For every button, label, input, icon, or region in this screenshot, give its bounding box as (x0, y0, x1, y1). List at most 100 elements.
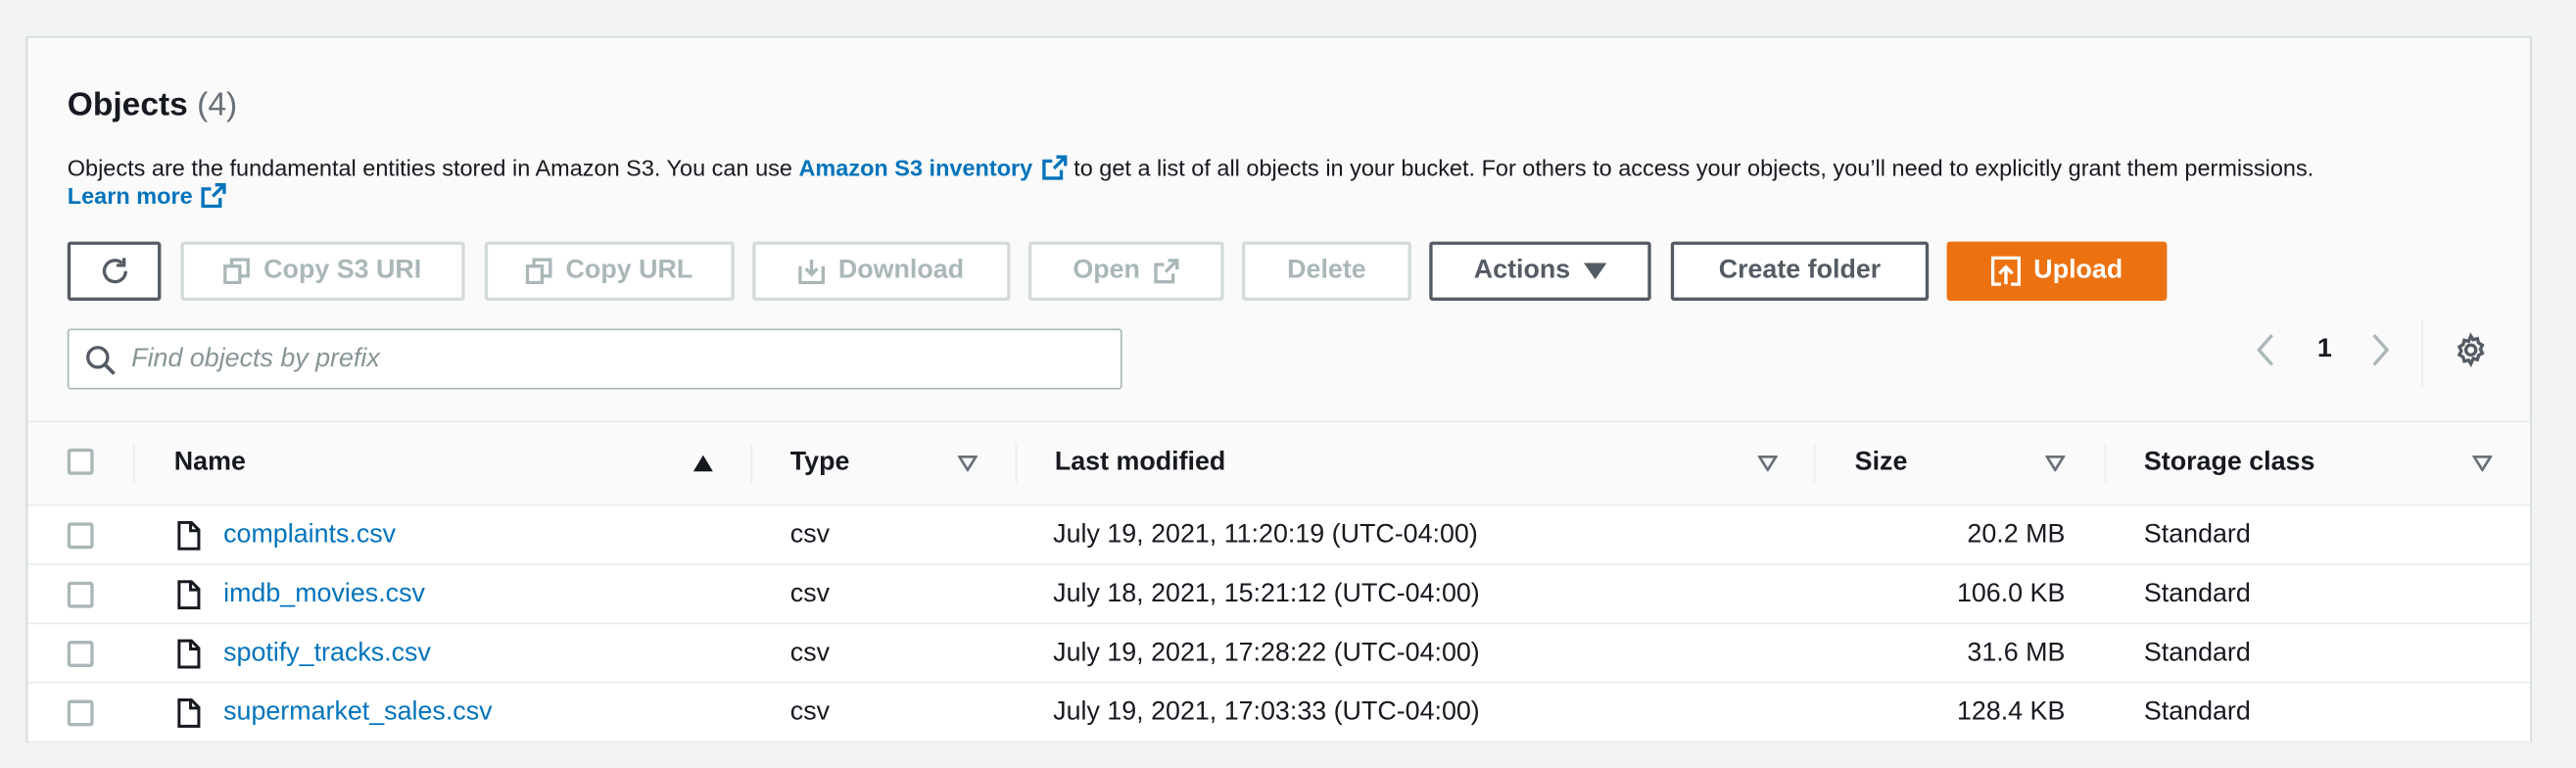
file-icon (177, 520, 201, 551)
object-link[interactable]: spotify_tracks.csv (223, 639, 431, 668)
objects-panel: Objects (4) Objects are the fundamental … (25, 35, 2532, 744)
size-cell: 106.0 KB (1956, 579, 2066, 607)
objects-description: Objects are the fundamental entities sto… (68, 148, 2499, 192)
column-name-label: Name (173, 448, 246, 477)
external-link-icon (1041, 153, 1068, 192)
sort-icon (2472, 455, 2493, 472)
upload-icon (1990, 256, 2021, 286)
storage-class-cell: Standard (2143, 638, 2251, 667)
create-folder-button[interactable]: Create folder (1670, 241, 1930, 301)
column-divider (1015, 443, 1018, 484)
current-page-number[interactable]: 1 (2314, 333, 2334, 366)
select-all-cell (28, 422, 133, 504)
size-cell: 128.4 KB (1956, 697, 2066, 726)
name-cell: spotify_tracks.csv (223, 624, 431, 682)
column-divider (750, 443, 753, 484)
column-divider (132, 443, 135, 484)
size-cell: 31.6 MB (1967, 638, 2066, 667)
row-checkbox[interactable] (67, 641, 94, 667)
file-icon (177, 580, 201, 610)
table-header: Name Type Last modified Size Storage cla… (27, 420, 2531, 506)
search-icon (86, 346, 116, 375)
copy-icon (526, 258, 553, 285)
refresh-icon (102, 258, 127, 284)
delete-label: Delete (1287, 256, 1366, 285)
file-icon (177, 639, 201, 669)
copy-s3-uri-label: Copy S3 URI (263, 256, 422, 285)
object-link[interactable]: imdb_movies.csv (223, 579, 425, 608)
column-header-type[interactable]: Type (790, 422, 1021, 504)
column-header-size[interactable]: Size (1855, 422, 2102, 504)
search-box (67, 328, 1122, 390)
page-title: Objects (4) (68, 87, 237, 125)
external-link-icon (1154, 259, 1179, 284)
table-row[interactable]: spotify_tracks.csv csv July 19, 2021, 17… (27, 624, 2531, 684)
column-size-label: Size (1854, 448, 1908, 477)
storage-class-cell: Standard (2143, 697, 2251, 726)
object-link[interactable]: complaints.csv (223, 520, 396, 550)
description-before: Objects are the fundamental entities sto… (67, 154, 792, 181)
row-checkbox[interactable] (67, 699, 94, 727)
column-type-label: Type (789, 448, 850, 477)
copy-icon (223, 258, 251, 285)
file-icon (177, 698, 201, 728)
caret-down-icon (1583, 263, 1607, 280)
open-button[interactable]: Open (1027, 241, 1224, 301)
actions-dropdown[interactable]: Actions (1429, 241, 1651, 301)
sort-icon (1757, 455, 1778, 472)
last-modified-cell: July 19, 2021, 11:20:19 (UTC-04:00) (1053, 519, 1478, 549)
name-cell: complaints.csv (223, 506, 396, 564)
objects-table: Name Type Last modified Size Storage cla… (27, 420, 2531, 744)
create-folder-label: Create folder (1718, 256, 1882, 285)
s3-inventory-link[interactable]: Amazon S3 inventory (798, 155, 1032, 181)
size-cell: 20.2 MB (1967, 519, 2066, 549)
table-row[interactable]: supermarket_sales.csv csv July 19, 2021,… (27, 683, 2531, 744)
row-checkbox[interactable] (67, 581, 94, 608)
actions-label: Actions (1473, 256, 1571, 285)
pager-divider (2421, 320, 2424, 387)
objects-title: Objects (67, 86, 188, 123)
copy-s3-uri-button[interactable]: Copy S3 URI (180, 241, 465, 301)
storage-class-cell: Standard (2143, 579, 2251, 607)
type-cell: csv (789, 519, 831, 549)
delete-button[interactable]: Delete (1242, 241, 1411, 301)
type-cell: csv (789, 638, 831, 667)
column-header-storage-class[interactable]: Storage class (2144, 422, 2505, 504)
learn-more-link[interactable]: Learn more (68, 182, 234, 214)
download-label: Download (837, 256, 965, 285)
name-cell: imdb_movies.csv (223, 565, 425, 623)
search-input[interactable] (131, 330, 1101, 388)
column-storage-class-label: Storage class (2143, 448, 2315, 477)
sort-icon (2045, 455, 2066, 472)
storage-class-cell: Standard (2143, 519, 2251, 549)
table-row[interactable]: complaints.csv csv July 19, 2021, 11:20:… (27, 505, 2531, 565)
column-divider (1813, 443, 1816, 484)
download-button[interactable]: Download (752, 241, 1011, 301)
gear-icon[interactable] (2453, 332, 2489, 368)
select-all-checkbox[interactable] (67, 448, 94, 475)
object-link[interactable]: supermarket_sales.csv (223, 697, 492, 727)
description-after: to get a list of all objects in your buc… (1073, 154, 2314, 181)
type-cell: csv (789, 579, 831, 607)
refresh-button[interactable] (67, 241, 162, 301)
column-last-modified-label: Last modified (1054, 448, 1226, 477)
upload-label: Upload (2033, 256, 2123, 285)
copy-url-label: Copy URL (565, 256, 693, 285)
external-link-icon (201, 182, 227, 214)
objects-count: (4) (197, 86, 238, 123)
row-checkbox[interactable] (67, 522, 94, 550)
copy-url-button[interactable]: Copy URL (484, 241, 735, 301)
learn-more-label: Learn more (67, 182, 193, 210)
sort-icon (957, 455, 978, 472)
last-modified-cell: July 18, 2021, 15:21:12 (UTC-04:00) (1053, 579, 1480, 607)
last-modified-cell: July 19, 2021, 17:28:22 (UTC-04:00) (1053, 638, 1480, 667)
table-row[interactable]: imdb_movies.csv csv July 18, 2021, 15:21… (27, 564, 2531, 625)
next-page-icon[interactable] (2370, 333, 2390, 366)
upload-button[interactable]: Upload (1946, 241, 2168, 301)
sort-ascending-icon (692, 455, 713, 472)
previous-page-icon[interactable] (2256, 333, 2275, 366)
column-header-name[interactable]: Name (174, 422, 733, 504)
name-cell: supermarket_sales.csv (223, 684, 492, 742)
download-icon (798, 260, 826, 285)
column-header-last-modified[interactable]: Last modified (1055, 422, 1811, 504)
